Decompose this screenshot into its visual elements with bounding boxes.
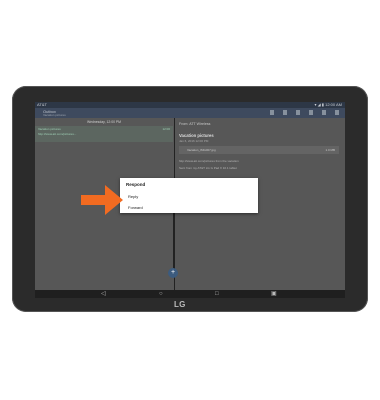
- dual-window-icon[interactable]: ▣: [271, 290, 277, 298]
- back-icon[interactable]: ◁: [101, 290, 106, 298]
- app-bar: Outbox Vacation pictures: [35, 108, 345, 118]
- list-item-preview: http://www.att.com/pictures...: [38, 132, 77, 136]
- navigation-bar: ◁ ○ □ ▣: [35, 290, 345, 298]
- compose-fab[interactable]: +: [168, 268, 178, 278]
- email-date: Jan 6, 2016 12:00 PM: [179, 139, 209, 143]
- list-item-time: 12:00: [162, 127, 170, 131]
- search-icon[interactable]: [283, 110, 287, 115]
- list-item[interactable]: Vacation pictures http://www.att.com/pic…: [35, 126, 173, 142]
- more-icon[interactable]: [335, 110, 339, 115]
- recents-icon[interactable]: □: [215, 290, 219, 298]
- folder-subtitle: Vacation pictures: [43, 113, 66, 117]
- lg-logo: LG: [174, 300, 186, 309]
- attachment[interactable]: Vacation_IMG007.jpg 1.0 MB: [179, 146, 339, 154]
- email-subject: Vacation pictures: [179, 133, 214, 138]
- home-icon[interactable]: ○: [159, 290, 163, 298]
- email-body-line: http://www.att.com/pictures from the vac…: [179, 159, 239, 163]
- attachment-size: 1.0 MB: [325, 148, 335, 152]
- email-signature: Sent from my AT&T LG G Pad X 10.1 tablet: [179, 166, 237, 170]
- reply-icon[interactable]: [270, 110, 274, 115]
- attachment-name: Vacation_IMG007.jpg: [187, 148, 216, 152]
- respond-dialog: Respond Reply Forward: [120, 178, 258, 213]
- delete-icon[interactable]: [309, 110, 313, 115]
- from-value[interactable]: ATT Wireless: [189, 122, 210, 126]
- pointer-arrow-icon: [81, 185, 123, 215]
- dialog-title: Respond: [126, 182, 146, 187]
- folder-icon[interactable]: [296, 110, 300, 115]
- from-row: From: ATT Wireless: [179, 122, 210, 126]
- compose-icon[interactable]: [322, 110, 326, 115]
- reply-option[interactable]: Reply: [128, 194, 138, 199]
- from-label: From:: [179, 122, 189, 126]
- forward-option[interactable]: Forward: [128, 205, 143, 210]
- list-date-header: Wednesday, 12:00 PM: [87, 120, 121, 124]
- list-item-sender: Vacation pictures: [38, 127, 61, 131]
